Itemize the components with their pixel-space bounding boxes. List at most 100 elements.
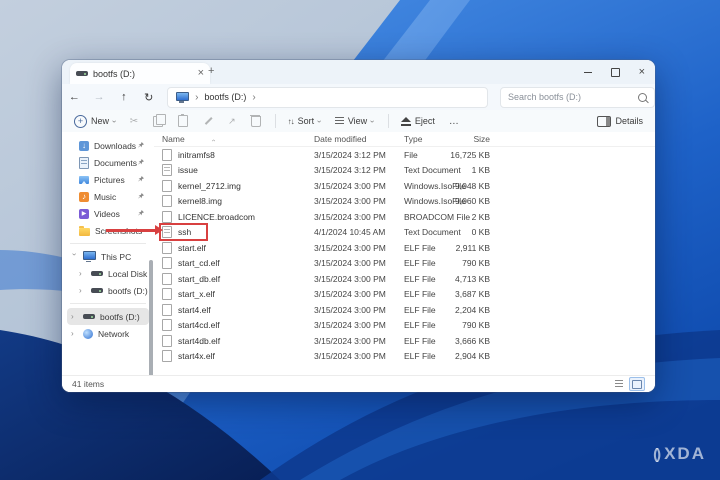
up-button[interactable]: ↑ [112, 91, 137, 103]
large-icons-view-toggle[interactable] [629, 377, 645, 391]
file-row[interactable]: start_db.elf 3/15/2024 3:00 PM ELF File … [154, 271, 655, 287]
pictures-icon [79, 176, 89, 184]
chevron-expanded-icon[interactable]: › [70, 253, 79, 260]
breadcrumb-drive[interactable]: bootfs (D:) [204, 92, 246, 102]
maximize-button[interactable] [611, 68, 620, 77]
large-icons-view-icon [632, 380, 642, 389]
new-label: New [91, 116, 109, 126]
sidebar-item-downloads[interactable]: ↓ Downloads [67, 137, 149, 154]
sidebar-item-music[interactable]: ♪ Music [67, 188, 149, 205]
sidebar-item-videos[interactable]: ▶ Videos [67, 205, 149, 222]
file-row-ssh-highlighted[interactable]: ssh 4/1/2024 10:45 AM Text Document 0 KB [154, 225, 655, 241]
file-name: start4cd.elf [178, 320, 220, 330]
chevron-collapsed-icon[interactable]: › [79, 269, 86, 278]
file-row[interactable]: issue 3/15/2024 3:12 PM Text Document 1 … [154, 163, 655, 179]
sidebar-item-bootfs-d-selected[interactable]: › bootfs (D:) [67, 308, 149, 325]
address-bar: ← → ↑ ↻ › bootfs (D:) › Search bootfs (D… [62, 84, 655, 110]
eject-button[interactable]: Eject [401, 116, 435, 126]
new-button[interactable]: + New › [74, 115, 116, 128]
toolbar-divider [275, 114, 276, 128]
pin-icon [138, 159, 144, 165]
file-row[interactable]: start4cd.elf 3/15/2024 3:00 PM ELF File … [154, 318, 655, 334]
file-row[interactable]: kernel8.img 3/15/2024 3:00 PM Windows.Is… [154, 194, 655, 210]
file-icon [162, 180, 172, 192]
column-header-size[interactable]: Size [473, 134, 490, 144]
more-options-icon[interactable]: … [449, 116, 460, 127]
sidebar-scrollbar[interactable] [149, 260, 153, 392]
sidebar-item-this-pc[interactable]: › This PC [67, 248, 149, 265]
file-date: 3/15/2024 3:00 PM [314, 181, 404, 191]
chevron-down-icon: › [110, 120, 119, 123]
copy-icon[interactable] [153, 116, 163, 127]
share-icon[interactable]: ↗ [228, 116, 236, 127]
file-date: 3/15/2024 3:00 PM [314, 320, 404, 330]
column-header-name[interactable]: Name› [154, 134, 314, 144]
cut-icon[interactable]: ✂ [130, 116, 138, 127]
search-input[interactable]: Search bootfs (D:) [500, 87, 655, 108]
xda-logo-text: XDA [664, 444, 706, 464]
view-button[interactable]: View › [335, 116, 374, 126]
file-icon [162, 273, 172, 285]
back-button[interactable]: ← [62, 91, 87, 103]
file-row[interactable]: initramfs8 3/15/2024 3:12 PM File 16,725… [154, 147, 655, 163]
file-icon [162, 257, 172, 269]
file-row[interactable]: start_cd.elf 3/15/2024 3:00 PM ELF File … [154, 256, 655, 272]
minimize-button[interactable] [584, 72, 592, 73]
file-size: 4,713 KB [455, 274, 490, 284]
chevron-collapsed-icon[interactable]: › [79, 286, 86, 295]
file-rows: initramfs8 3/15/2024 3:12 PM File 16,725… [154, 147, 655, 364]
pin-icon [138, 176, 144, 182]
details-pane-icon [597, 116, 611, 127]
file-size: 9,048 KB [455, 181, 490, 191]
usb-drive-icon [83, 314, 95, 319]
sidebar-item-pictures[interactable]: Pictures [67, 171, 149, 188]
toolbar-divider [388, 114, 389, 128]
paste-icon[interactable] [178, 115, 188, 127]
sidebar-label: Network [98, 329, 149, 339]
details-button[interactable]: Details [597, 116, 643, 127]
this-pc-icon [83, 251, 96, 260]
chevron-collapsed-icon[interactable]: › [71, 312, 78, 321]
sort-button[interactable]: ↑↓ Sort › [288, 116, 321, 126]
sidebar-item-bootfs-d[interactable]: › bootfs (D:) [67, 282, 149, 299]
sidebar-label: Local Disk (C:) [108, 269, 149, 279]
file-icon [162, 195, 172, 207]
rename-icon[interactable] [203, 116, 213, 126]
sidebar-item-documents[interactable]: Documents [67, 154, 149, 171]
chevron-down-icon: › [315, 120, 324, 123]
file-date: 3/15/2024 3:00 PM [314, 336, 404, 346]
delete-icon[interactable] [251, 116, 261, 127]
file-size: 0 KB [472, 227, 490, 237]
file-row[interactable]: LICENCE.broadcom 3/15/2024 3:00 PM BROAD… [154, 209, 655, 225]
file-name: start4x.elf [178, 351, 215, 361]
sort-label: Sort [298, 116, 315, 126]
file-row[interactable]: start_x.elf 3/15/2024 3:00 PM ELF File 3… [154, 287, 655, 303]
file-row[interactable]: kernel_2712.img 3/15/2024 3:00 PM Window… [154, 178, 655, 194]
file-size: 2,204 KB [455, 305, 490, 315]
file-size: 2 KB [472, 212, 490, 222]
tab-close-icon[interactable]: × [198, 68, 204, 79]
breadcrumb[interactable]: › bootfs (D:) › [167, 87, 488, 108]
chevron-collapsed-icon[interactable]: › [71, 329, 78, 338]
file-row[interactable]: start4x.elf 3/15/2024 3:00 PM ELF File 2… [154, 349, 655, 365]
refresh-button[interactable]: ↻ [136, 91, 161, 104]
sidebar-item-network[interactable]: › Network [67, 325, 149, 342]
file-size: 1 KB [472, 165, 490, 175]
file-row[interactable]: start4.elf 3/15/2024 3:00 PM ELF File 2,… [154, 302, 655, 318]
this-pc-icon [176, 92, 189, 101]
file-icon [162, 211, 172, 223]
file-list: Name› Date modified Type Size initramfs8… [154, 132, 655, 376]
column-header-date[interactable]: Date modified [314, 134, 404, 144]
tab-bootfs[interactable]: bootfs (D:) × [70, 63, 210, 84]
file-name: start_x.elf [178, 289, 215, 299]
forward-button[interactable]: → [87, 91, 112, 103]
sidebar-divider [70, 243, 146, 244]
list-view-toggle[interactable] [612, 377, 626, 389]
sidebar-item-local-disk-c[interactable]: › Local Disk (C:) [67, 265, 149, 282]
file-name: kernel_2712.img [178, 181, 241, 191]
file-row[interactable]: start.elf 3/15/2024 3:00 PM ELF File 2,9… [154, 240, 655, 256]
close-button[interactable]: × [639, 67, 645, 78]
text-file-icon [162, 226, 172, 238]
new-tab-button[interactable]: + [208, 66, 214, 77]
file-row[interactable]: start4db.elf 3/15/2024 3:00 PM ELF File … [154, 333, 655, 349]
